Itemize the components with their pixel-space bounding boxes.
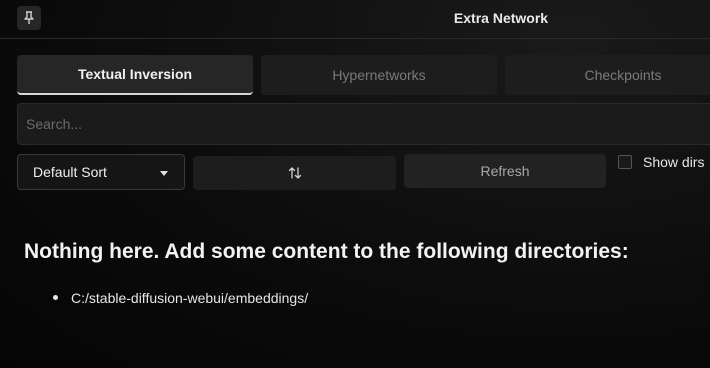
show-dirs-checkbox[interactable] [618, 155, 632, 169]
window-title: Extra Network [453, 10, 549, 26]
refresh-label: Refresh [480, 163, 530, 179]
directory-path: C:/stable-diffusion-webui/embeddings/ [71, 290, 309, 306]
sort-select-value: Default Sort [33, 164, 107, 180]
bullet [53, 295, 58, 300]
sort-select[interactable]: Default Sort [17, 154, 185, 190]
tab-checkpoints[interactable]: Checkpoints [505, 55, 710, 95]
sort-direction-icon [288, 167, 301, 179]
tab-label: Checkpoints [584, 67, 662, 83]
directory-list: C:/stable-diffusion-webui/embeddings/ [24, 290, 308, 306]
sort-direction-button[interactable] [193, 156, 396, 190]
refresh-button[interactable]: Refresh [404, 154, 606, 188]
show-dirs-label: Show dirs [643, 154, 705, 170]
empty-state-title: Nothing here. Add some content to the fo… [24, 240, 629, 263]
show-dirs-toggle[interactable]: Show dirs [618, 154, 704, 170]
tab-hypernetworks[interactable]: Hypernetworks [261, 55, 497, 95]
tab-label: Hypernetworks [332, 67, 426, 83]
window-header: Extra Network [0, 0, 710, 39]
search-input[interactable] [17, 103, 710, 145]
chevron-down-icon [160, 171, 168, 176]
tab-label: Textual Inversion [77, 66, 193, 82]
tab-textual-inversion[interactable]: Textual Inversion [17, 55, 253, 95]
list-item: C:/stable-diffusion-webui/embeddings/ [24, 290, 308, 306]
